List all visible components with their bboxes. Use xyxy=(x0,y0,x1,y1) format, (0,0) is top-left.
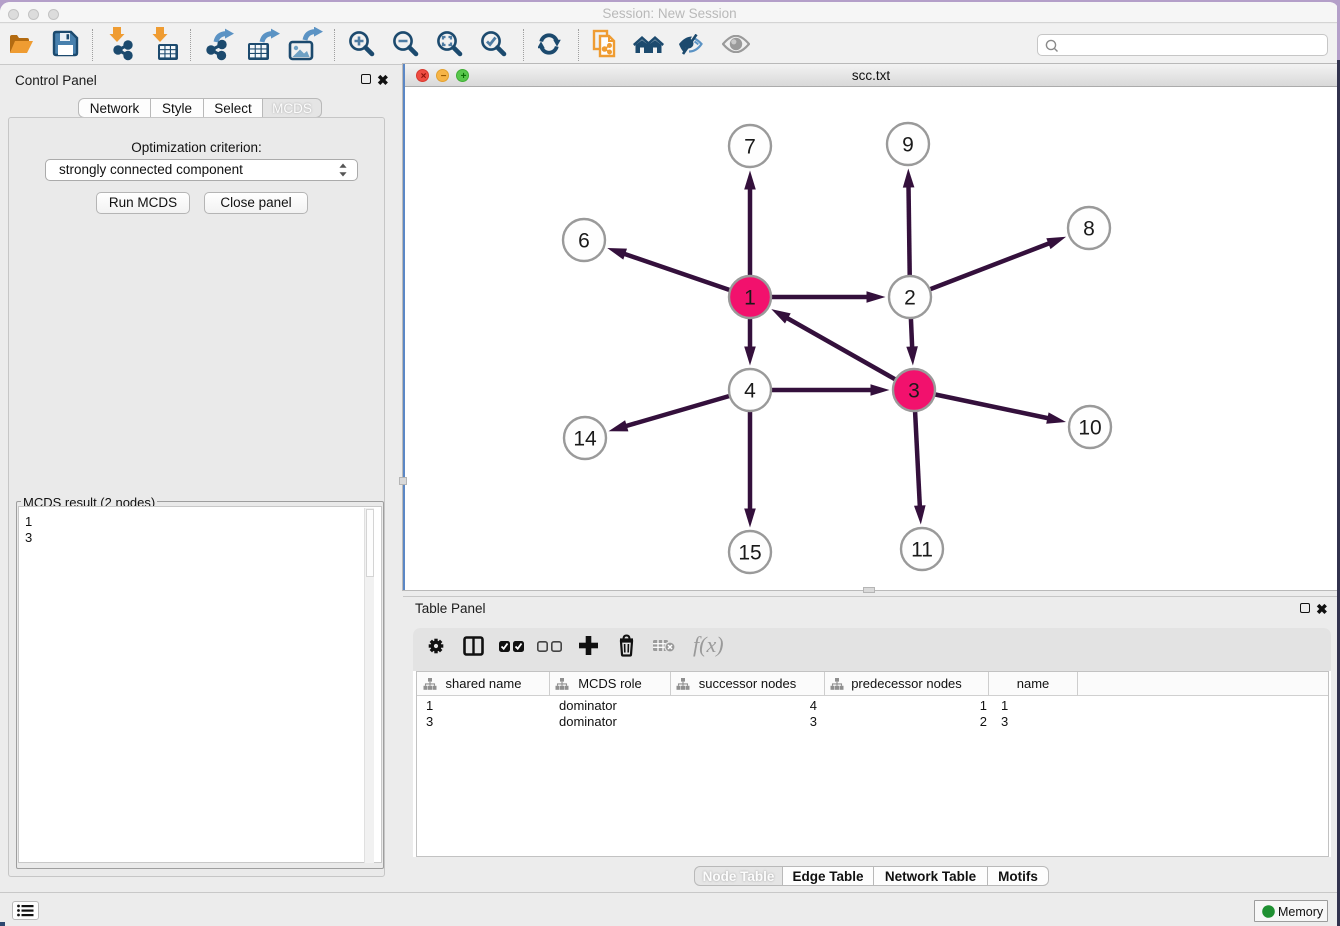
svg-text:8: 8 xyxy=(1083,218,1095,241)
svg-text:9: 9 xyxy=(902,134,914,157)
svg-text:4: 4 xyxy=(744,380,756,403)
svg-text:14: 14 xyxy=(573,428,597,451)
svg-text:2: 2 xyxy=(904,287,916,310)
svg-text:10: 10 xyxy=(1078,417,1101,440)
svg-text:6: 6 xyxy=(578,230,590,253)
svg-text:3: 3 xyxy=(908,380,920,403)
svg-text:1: 1 xyxy=(744,287,756,310)
svg-text:11: 11 xyxy=(911,539,933,562)
svg-text:15: 15 xyxy=(738,542,761,565)
svg-text:7: 7 xyxy=(744,136,756,159)
